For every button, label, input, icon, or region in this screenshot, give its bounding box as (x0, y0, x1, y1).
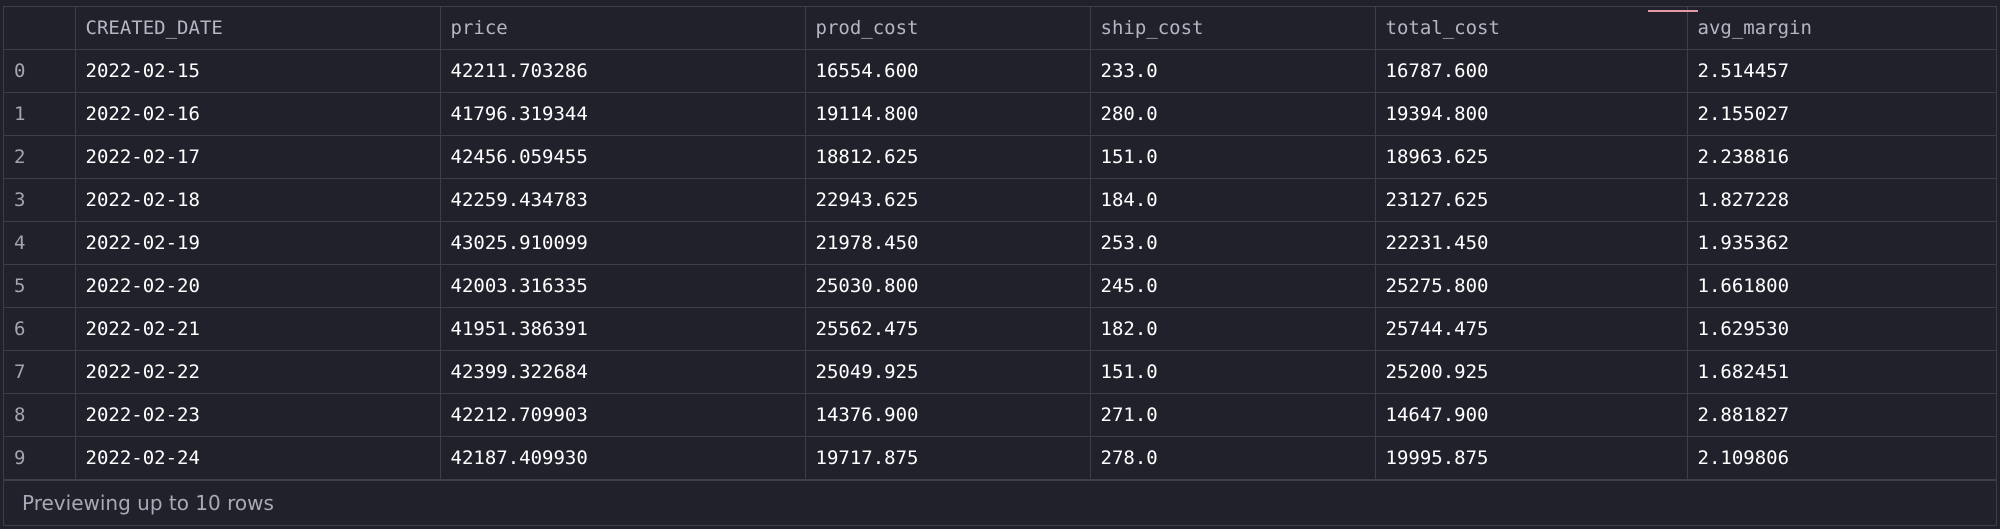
price-cell: 42212.709903 (439, 392, 806, 437)
total-cost-cell: 16787.600 (1374, 48, 1688, 93)
total-cost-cell: 22231.450 (1374, 220, 1688, 265)
created-date-cell: 2022-02-23 (74, 392, 441, 437)
created-date-cell: 2022-02-22 (74, 349, 441, 394)
column-header-created-date[interactable]: CREATED_DATE (74, 7, 441, 50)
row-index-cell: 1 (4, 91, 76, 136)
total-cost-cell: 25744.475 (1374, 306, 1688, 351)
prod-cost-cell: 14376.900 (804, 392, 1091, 437)
created-date-cell: 2022-02-15 (74, 48, 441, 93)
row-index-cell: 3 (4, 177, 76, 222)
table-row[interactable]: 6 2022-02-21 41951.386391 25562.475 182.0 257… (4, 306, 1996, 351)
table-row[interactable]: 5 2022-02-20 42003.316335 25030.800 245.0 252… (4, 263, 1996, 308)
header-row: CREATED_DATE price prod_cost ship_cost t… (4, 7, 1996, 50)
table-row[interactable]: 8 2022-02-23 42212.709903 14376.900 271.0 146… (4, 392, 1996, 437)
row-index-cell: 2 (4, 134, 76, 179)
table-row[interactable]: 3 2022-02-18 42259.434783 22943.625 184.0 231… (4, 177, 1996, 222)
ship-cost-cell: 184.0 (1089, 177, 1376, 222)
ship-cost-cell: 245.0 (1089, 263, 1376, 308)
prod-cost-cell: 22943.625 (804, 177, 1091, 222)
table-row[interactable]: 1 2022-02-16 41796.319344 19114.800 280.0 193… (4, 91, 1996, 136)
avg-margin-cell: 2.155027 (1686, 91, 1996, 136)
created-date-cell: 2022-02-18 (74, 177, 441, 222)
table-row[interactable]: 0 2022-02-15 42211.703286 16554.600 233.0 167… (4, 48, 1996, 93)
ship-cost-cell: 151.0 (1089, 134, 1376, 179)
ship-cost-cell: 280.0 (1089, 91, 1376, 136)
table-body: 0 2022-02-15 42211.703286 16554.600 233.0 167… (4, 48, 1996, 480)
row-index-cell: 0 (4, 48, 76, 93)
prod-cost-cell: 25030.800 (804, 263, 1091, 308)
column-header-total-cost[interactable]: total_cost (1374, 7, 1688, 50)
table-row[interactable]: 4 2022-02-19 43025.910099 21978.450 253.0 222… (4, 220, 1996, 265)
price-cell: 41796.319344 (439, 91, 806, 136)
preview-row-count-label: Previewing up to 10 rows (22, 491, 274, 515)
ship-cost-cell: 233.0 (1089, 48, 1376, 93)
total-cost-cell: 23127.625 (1374, 177, 1688, 222)
total-cost-cell: 19995.875 (1374, 435, 1688, 480)
avg-margin-cell: 2.238816 (1686, 134, 1996, 179)
price-cell: 42456.059455 (439, 134, 806, 179)
row-index-cell: 8 (4, 392, 76, 437)
ship-cost-cell: 271.0 (1089, 392, 1376, 437)
created-date-cell: 2022-02-16 (74, 91, 441, 136)
price-cell: 42211.703286 (439, 48, 806, 93)
row-index-cell: 4 (4, 220, 76, 265)
avg-margin-cell: 1.682451 (1686, 349, 1996, 394)
column-header-ship-cost[interactable]: ship_cost (1089, 7, 1376, 50)
total-cost-cell: 18963.625 (1374, 134, 1688, 179)
column-header-prod-cost[interactable]: prod_cost (804, 7, 1091, 50)
price-cell: 42003.316335 (439, 263, 806, 308)
row-index-cell: 5 (4, 263, 76, 308)
avg-margin-cell: 2.514457 (1686, 48, 1996, 93)
created-date-cell: 2022-02-24 (74, 435, 441, 480)
price-cell: 42259.434783 (439, 177, 806, 222)
column-accent-marker (1648, 10, 1698, 12)
ship-cost-cell: 151.0 (1089, 349, 1376, 394)
avg-margin-cell: 1.661800 (1686, 263, 1996, 308)
column-header-avg-margin[interactable]: avg_margin (1686, 7, 1996, 50)
avg-margin-cell: 1.629530 (1686, 306, 1996, 351)
data-table: CREATED_DATE price prod_cost ship_cost t… (4, 7, 1996, 480)
ship-cost-cell: 182.0 (1089, 306, 1376, 351)
prod-cost-cell: 21978.450 (804, 220, 1091, 265)
table-row[interactable]: 7 2022-02-22 42399.322684 25049.925 151.0 252… (4, 349, 1996, 394)
price-cell: 41951.386391 (439, 306, 806, 351)
total-cost-cell: 19394.800 (1374, 91, 1688, 136)
column-header-price[interactable]: price (439, 7, 806, 50)
row-index-cell: 6 (4, 306, 76, 351)
table-row[interactable]: 2 2022-02-17 42456.059455 18812.625 151.0 189… (4, 134, 1996, 179)
total-cost-cell: 25275.800 (1374, 263, 1688, 308)
dataframe-preview: CREATED_DATE price prod_cost ship_cost t… (3, 6, 1997, 526)
price-cell: 42187.409930 (439, 435, 806, 480)
created-date-cell: 2022-02-19 (74, 220, 441, 265)
ship-cost-cell: 253.0 (1089, 220, 1376, 265)
ship-cost-cell: 278.0 (1089, 435, 1376, 480)
created-date-cell: 2022-02-17 (74, 134, 441, 179)
avg-margin-cell: 1.935362 (1686, 220, 1996, 265)
row-index-cell: 7 (4, 349, 76, 394)
preview-footer: Previewing up to 10 rows (4, 480, 1996, 525)
price-cell: 42399.322684 (439, 349, 806, 394)
prod-cost-cell: 18812.625 (804, 134, 1091, 179)
avg-margin-cell: 2.881827 (1686, 392, 1996, 437)
total-cost-cell: 14647.900 (1374, 392, 1688, 437)
created-date-cell: 2022-02-20 (74, 263, 441, 308)
row-index-cell: 9 (4, 435, 76, 480)
price-cell: 43025.910099 (439, 220, 806, 265)
avg-margin-cell: 2.109806 (1686, 435, 1996, 480)
prod-cost-cell: 25562.475 (804, 306, 1091, 351)
prod-cost-cell: 16554.600 (804, 48, 1091, 93)
prod-cost-cell: 25049.925 (804, 349, 1091, 394)
index-column-header (4, 7, 76, 50)
prod-cost-cell: 19717.875 (804, 435, 1091, 480)
avg-margin-cell: 1.827228 (1686, 177, 1996, 222)
total-cost-cell: 25200.925 (1374, 349, 1688, 394)
table-row[interactable]: 9 2022-02-24 42187.409930 19717.875 278.0 199… (4, 435, 1996, 480)
prod-cost-cell: 19114.800 (804, 91, 1091, 136)
created-date-cell: 2022-02-21 (74, 306, 441, 351)
